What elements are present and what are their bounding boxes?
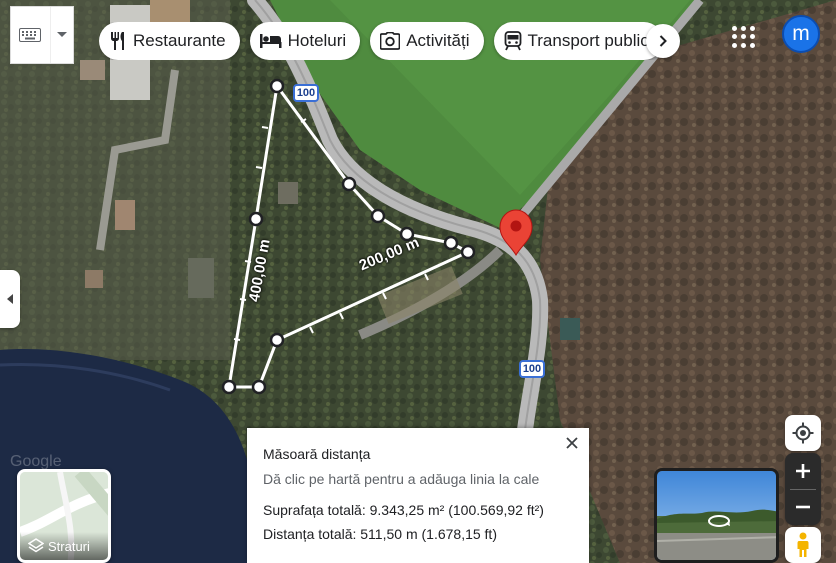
zoom-in-button[interactable] (785, 453, 821, 489)
measure-point (269, 332, 285, 348)
side-panel-toggle[interactable] (0, 270, 20, 328)
measure-point (251, 379, 267, 395)
close-icon[interactable] (563, 434, 581, 452)
chip-label: Restaurante (133, 31, 226, 50)
panel-title: Măsoară distanța (263, 446, 371, 462)
chip-public-transport[interactable]: Transport public (493, 22, 663, 60)
category-chips: Restaurante Hoteluri Activități Transpor… (99, 22, 680, 60)
measure-point (221, 379, 237, 395)
my-location-icon (792, 422, 814, 444)
total-distance: Distanța totală: 511,50 m (1.678,15 ft) (263, 526, 497, 542)
measure-point (443, 235, 459, 251)
street-view-preview[interactable] (654, 468, 779, 563)
train-icon (504, 31, 521, 51)
road-shield-label: 100 (522, 363, 542, 375)
measure-point (269, 78, 285, 94)
layers-button[interactable]: Straturi (17, 469, 111, 563)
pegman-icon (797, 532, 809, 557)
road-shield-label: 100 (296, 87, 316, 99)
plus-icon (796, 463, 810, 478)
measure-distance-panel: Măsoară distanța Dă clic pe hartă pentru… (247, 428, 589, 563)
zoom-controls (785, 453, 821, 525)
measure-point (248, 211, 264, 227)
chevron-down-icon[interactable] (49, 7, 73, 63)
input-tools[interactable] (10, 6, 74, 64)
chip-label: Hoteluri (287, 31, 347, 50)
minus-icon (796, 505, 810, 509)
chip-restaurants[interactable]: Restaurante (99, 22, 240, 60)
svg-text:Google: Google (10, 453, 62, 470)
chip-label: Activități (406, 31, 470, 50)
measure-point (460, 244, 476, 260)
measure-point (341, 176, 357, 192)
caret-left-icon (6, 294, 13, 304)
camera-icon (380, 32, 401, 50)
account-avatar[interactable]: m (782, 15, 820, 53)
chips-scroll-right-button[interactable] (646, 24, 680, 58)
apps-grid-icon[interactable] (729, 22, 759, 52)
my-location-button[interactable] (785, 415, 821, 451)
keyboard-icon[interactable] (11, 28, 50, 42)
layers-icon (28, 538, 44, 553)
avatar-letter: m (792, 22, 810, 45)
measure-point (370, 208, 386, 224)
zoom-out-button[interactable] (785, 489, 821, 525)
chip-label: Transport public (527, 31, 649, 50)
road-shield: 100 (293, 84, 319, 102)
bed-icon (259, 34, 282, 48)
total-area: Suprafața totală: 9.343,25 m² (100.569,9… (263, 502, 544, 518)
layers-footer: Straturi (20, 532, 108, 560)
road-shield: 100 (519, 360, 545, 378)
fork-knife-icon (111, 32, 124, 50)
chevron-right-icon (659, 35, 667, 47)
layers-label: Straturi (48, 538, 90, 554)
pegman-button[interactable] (785, 527, 821, 563)
chip-hotels[interactable]: Hoteluri (249, 22, 361, 60)
panel-hint: Dă clic pe hartă pentru a adăuga linia l… (263, 471, 540, 487)
chip-activities[interactable]: Activități (370, 22, 484, 60)
